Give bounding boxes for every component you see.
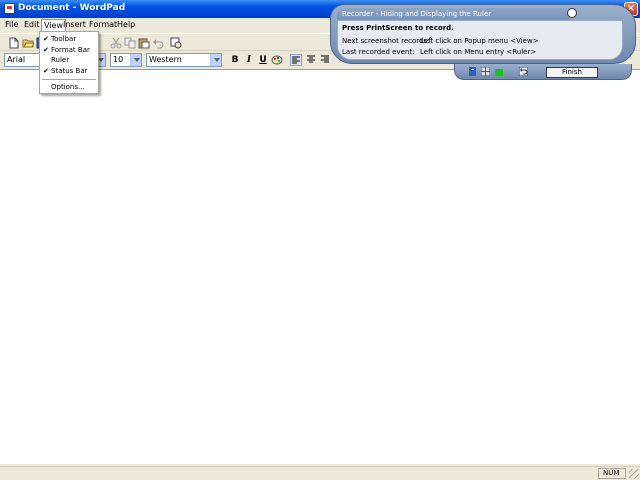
- color-palette-icon[interactable]: [271, 54, 283, 66]
- menu-file[interactable]: File: [5, 20, 18, 29]
- recorder-title-bar[interactable]: Recorder - Hiding and Displaying the Rul…: [337, 8, 569, 20]
- menu-insert[interactable]: Insert: [63, 20, 86, 29]
- undo-icon[interactable]: [152, 37, 164, 49]
- view-menu-item-status-bar[interactable]: ✔ Status Bar: [43, 67, 88, 75]
- menu-item-label: Ruler: [51, 56, 70, 64]
- resize-grip[interactable]: [629, 469, 639, 479]
- font-name-value: Arial: [7, 55, 26, 64]
- menu-item-label: Format Bar: [51, 46, 90, 54]
- cut-icon[interactable]: [110, 37, 122, 49]
- record-indicator-icon[interactable]: [567, 8, 577, 18]
- chevron-down-icon[interactable]: [210, 54, 221, 66]
- grid-icon[interactable]: [480, 66, 491, 77]
- view-menu-item-toolbar[interactable]: ✔ Toolbar: [43, 35, 77, 43]
- next-event-label: Next screenshot records:: [342, 37, 430, 45]
- font-size-combo[interactable]: 10: [110, 53, 142, 67]
- check-icon: ✔: [43, 67, 49, 75]
- font-size-value: 10: [113, 55, 124, 64]
- menu-item-label: Toolbar: [51, 35, 77, 43]
- view-menu-dropdown: ✔ Toolbar ✔ Format Bar Ruler ✔ Status Ba…: [39, 31, 99, 94]
- recorder-main-message: Press PrintScreen to record.: [342, 24, 454, 32]
- recorder-panel: Recorder - Hiding and Displaying the Rul…: [330, 4, 636, 64]
- help-book-icon[interactable]: [468, 67, 477, 76]
- align-left-icon[interactable]: [290, 54, 302, 66]
- green-status-icon: [495, 69, 503, 76]
- menu-edit[interactable]: Edit: [24, 20, 40, 29]
- window-title: Document - WordPad: [18, 3, 126, 13]
- document-area[interactable]: [0, 69, 640, 464]
- last-event-label: Last recorded event:: [342, 48, 415, 56]
- underline-button[interactable]: U: [257, 54, 269, 66]
- num-lock-indicator: NUM: [598, 468, 626, 479]
- view-menu-item-options[interactable]: Options...: [51, 83, 85, 91]
- menu-help[interactable]: Help: [117, 20, 135, 29]
- next-event-value: Left click on Popup menu <View>: [420, 37, 539, 45]
- open-folder-icon[interactable]: [22, 37, 34, 49]
- recorder-title: Recorder - Hiding and Displaying the Rul…: [342, 10, 492, 18]
- wordpad-icon[interactable]: [4, 3, 15, 14]
- check-icon: ✔: [43, 35, 49, 43]
- check-icon: ✔: [43, 46, 49, 54]
- status-bar: NUM: [0, 466, 640, 480]
- chevron-down-icon[interactable]: [130, 54, 141, 66]
- align-center-icon[interactable]: [305, 54, 317, 66]
- menu-item-label: Options...: [51, 83, 85, 91]
- paste-icon[interactable]: [138, 37, 150, 49]
- align-right-icon[interactable]: [319, 54, 331, 66]
- last-event-value: Left click on Menu entry <Ruler>: [420, 48, 537, 56]
- view-menu-item-format-bar[interactable]: ✔ Format Bar: [43, 46, 90, 54]
- script-combo[interactable]: Western: [146, 53, 222, 67]
- recorder-message-area: Press PrintScreen to record. Next screen…: [337, 20, 623, 60]
- copy-icon[interactable]: [124, 37, 136, 49]
- finish-button[interactable]: Finish: [546, 67, 598, 78]
- date-time-icon[interactable]: [170, 37, 182, 49]
- recorder-controls: Finish: [454, 64, 632, 80]
- menu-separator: [42, 79, 96, 80]
- new-document-icon[interactable]: [8, 37, 20, 49]
- undo-arrow-icon[interactable]: [518, 66, 529, 77]
- view-menu-item-ruler[interactable]: Ruler: [51, 56, 69, 64]
- italic-button[interactable]: I: [243, 54, 255, 66]
- menu-item-label: Status Bar: [51, 67, 88, 75]
- menu-format[interactable]: Format: [89, 20, 117, 29]
- bold-button[interactable]: B: [229, 54, 241, 66]
- script-value: Western: [149, 55, 182, 64]
